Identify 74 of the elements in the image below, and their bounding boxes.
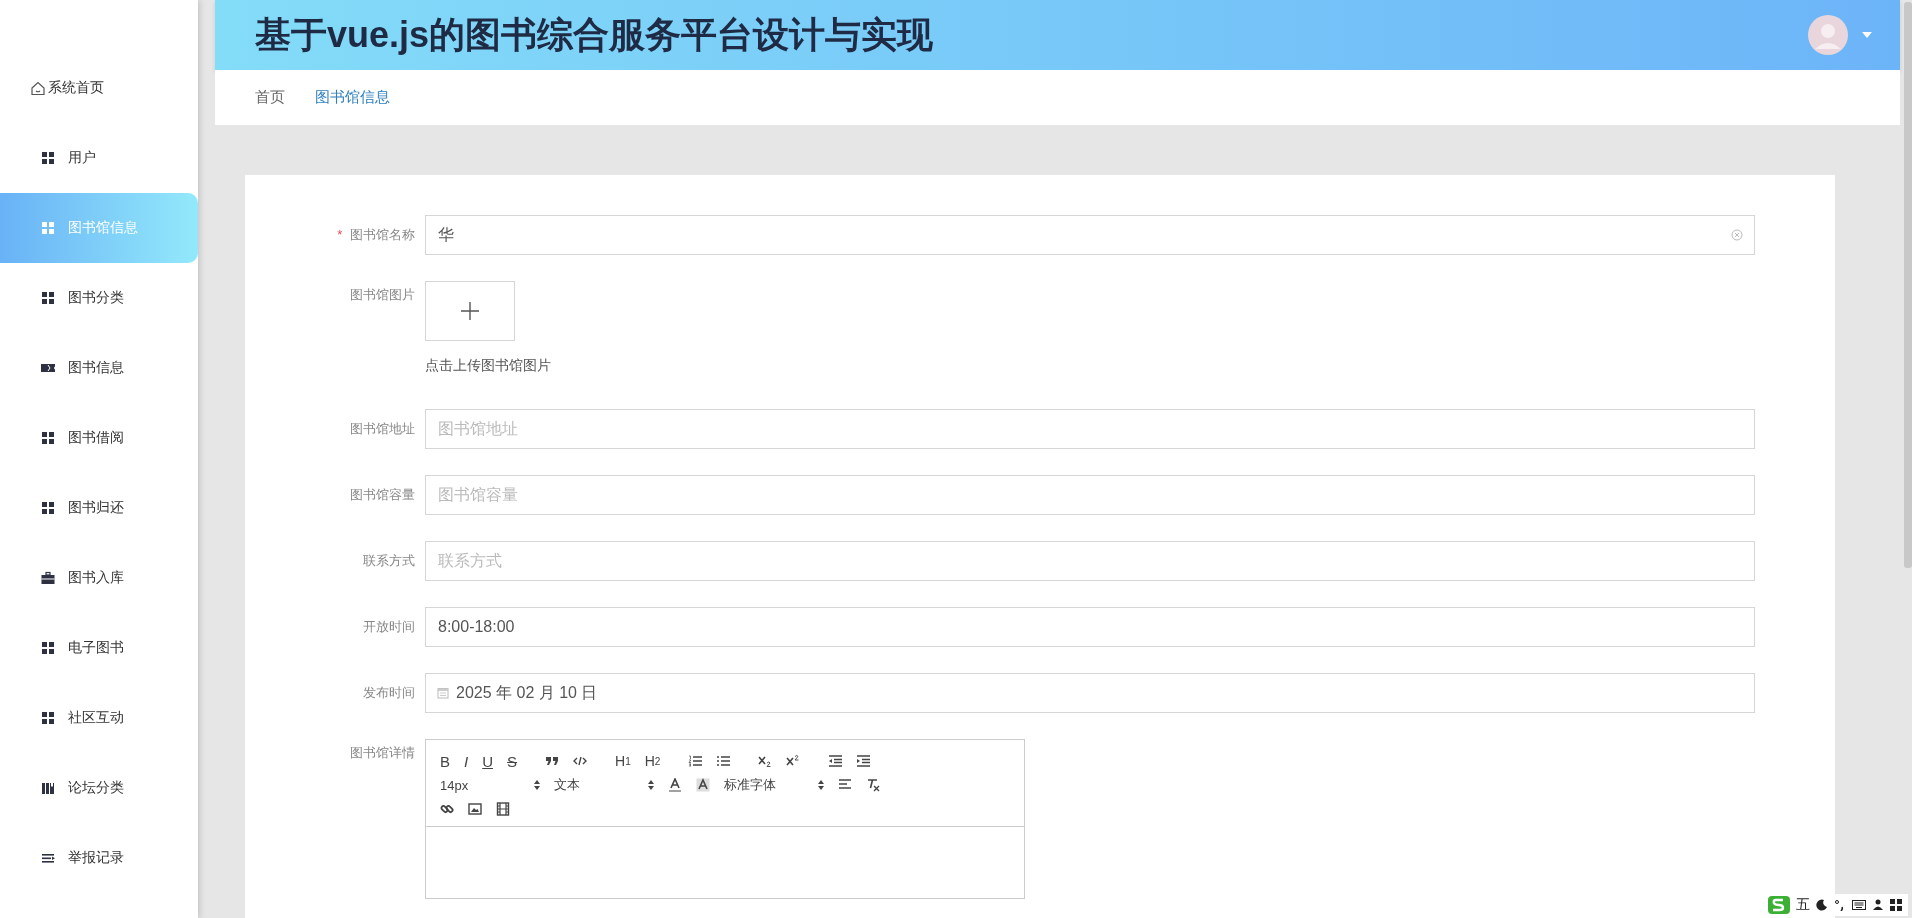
highlight-icon[interactable] [696,778,710,792]
sidebar-item[interactable]: 举报记录 [0,823,198,893]
grid-icon[interactable] [1890,899,1902,911]
keyboard-icon[interactable] [1852,899,1866,911]
align-icon[interactable] [838,778,852,792]
sidebar-item[interactable]: 社区互动 [0,683,198,753]
sidebar-item[interactable]: 图书信息 [0,333,198,403]
film-icon[interactable] [496,802,510,816]
field-label: 图书馆图片 [349,286,416,304]
field-label: 联系方式 [362,552,416,570]
editor-dropdown[interactable]: 文本 [548,774,660,796]
app-title: 基于vue.js的图书综合服务平台设计与实现 [255,12,934,57]
input-field[interactable]: 8:00-18:00 [425,607,1755,647]
field-label: 图书馆地址 [349,420,416,438]
sidebar-item[interactable]: 图书分类 [0,263,198,333]
sort-arrows-icon [648,780,654,790]
grid-icon [40,430,56,446]
date-field[interactable]: 2025 年 02 月 10 日 [425,673,1755,713]
link-icon[interactable] [440,802,454,816]
grid-icon [40,500,56,516]
calendar-icon [437,687,449,699]
input-field[interactable]: 图书馆容量 [425,475,1755,515]
sidebar-item[interactable]: 论坛分类 [0,753,198,823]
moon-icon[interactable] [1816,899,1828,911]
outdent-icon[interactable] [828,754,843,768]
field-label: 图书馆容量 [349,486,416,504]
input-field[interactable]: 华 [425,215,1755,255]
punctuation-icon[interactable] [1834,899,1846,911]
field-label: * 图书馆名称 [336,226,416,244]
sidebar-item[interactable]: 用户 [0,123,198,193]
editor-dropdown[interactable]: 14px [434,774,546,796]
text-color-icon[interactable] [668,778,682,792]
books-icon [40,780,56,796]
indent-icon[interactable] [856,754,871,768]
grid-icon [40,220,56,236]
quote-icon[interactable] [545,754,560,768]
input-field[interactable]: 联系方式 [425,541,1755,581]
superscript-icon[interactable] [786,754,801,768]
sidebar-item[interactable]: 图书入库 [0,543,198,613]
editor-dropdown[interactable]: 标准字体 [718,774,830,796]
strikethrough-button[interactable]: S [501,750,524,772]
clear-format-icon[interactable] [866,778,880,792]
person-icon[interactable] [1872,899,1884,911]
briefcase-icon [40,570,56,586]
code-icon[interactable] [573,754,588,768]
bullet-list-icon[interactable] [716,754,731,768]
home-icon [30,80,46,96]
bold-button[interactable]: B [434,750,456,772]
input-field[interactable]: 图书馆地址 [425,409,1755,449]
grid-icon [40,640,56,656]
plus-icon [460,301,480,321]
numbered-list-icon[interactable] [688,754,703,768]
italic-button[interactable]: I [458,750,475,772]
ime-mode-label[interactable]: 五 [1796,896,1810,914]
sidebar-item[interactable]: 系统首页 [0,53,198,123]
breadcrumb-link[interactable]: 图书馆信息 [315,88,390,107]
sort-arrows-icon [534,780,540,790]
sort-arrows-icon [818,780,824,790]
underline-button[interactable]: U [476,750,500,772]
ime-logo-icon[interactable] [1768,896,1790,914]
sidebar-item[interactable]: 图书借阅 [0,403,198,473]
scrollbar[interactable] [1904,2,1912,568]
subscript-icon[interactable] [758,754,773,768]
field-label: 图书馆详情 [349,744,416,762]
sidebar-item[interactable]: 图书归还 [0,473,198,543]
grid-icon [40,710,56,726]
field-label: 开放时间 [362,618,416,636]
field-label: 发布时间 [362,684,416,702]
grid-icon [40,150,56,166]
sidebar-item[interactable]: 电子图书 [0,613,198,683]
grid-icon [40,290,56,306]
image-icon[interactable] [468,802,482,816]
breadcrumb-link[interactable]: 首页 [255,88,285,107]
upload-hint: 点击上传图书馆图片 [425,357,552,375]
